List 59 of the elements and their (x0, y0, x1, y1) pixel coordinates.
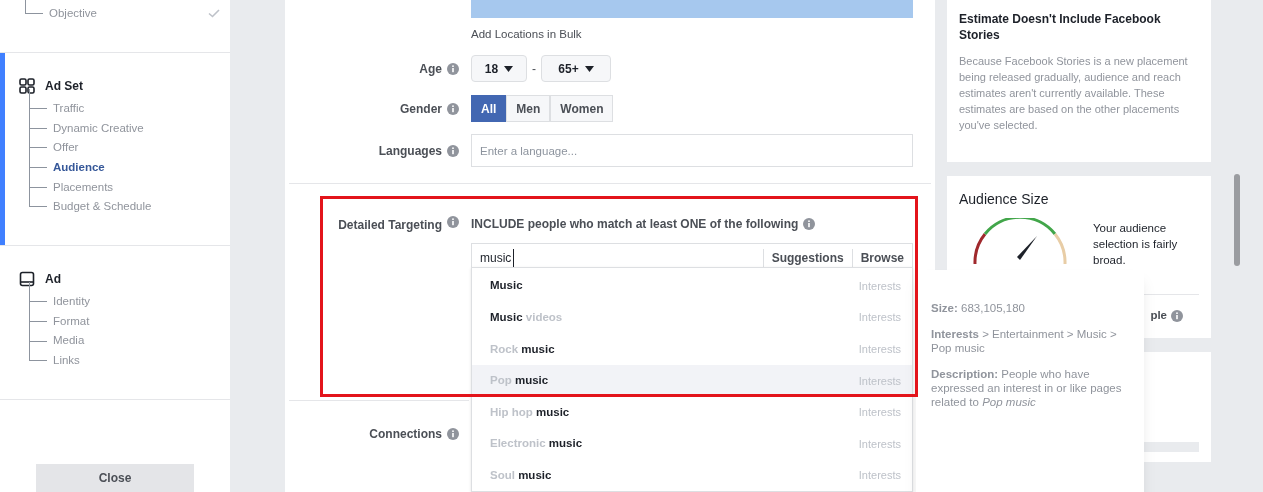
result-name: Music videos (490, 310, 563, 325)
section-title[interactable]: Ad Set (45, 76, 83, 95)
tablet-icon (19, 270, 35, 287)
close-button[interactable]: Close (36, 464, 194, 492)
result-item[interactable]: Soul music Interests (472, 459, 912, 492)
description-text: Description: People who have expressed an interest in or like pages related to Pop music (931, 367, 1123, 409)
info-icon[interactable] (447, 62, 459, 75)
age-min-dropdown[interactable]: 18 (471, 55, 527, 83)
gender-option[interactable]: All (471, 95, 507, 123)
caret-icon (504, 65, 514, 72)
result-name: Rock music (490, 341, 555, 357)
gender-option[interactable]: Women (550, 95, 614, 123)
result-name: Electronic music (490, 436, 583, 452)
field-label: Languages (378, 142, 442, 160)
audience-verdict: Your audience selection is fairly broad. (1093, 221, 1179, 268)
scrollbar-thumb[interactable] (1234, 174, 1240, 266)
grid-icon (19, 77, 35, 94)
info-icon[interactable] (447, 102, 459, 115)
include-instruction: INCLUDE people who match at least ONE of the following (471, 216, 799, 234)
field-label: Age (419, 60, 442, 78)
age-max-dropdown[interactable]: 65+ (541, 55, 611, 83)
bulk-link[interactable]: Add Locations in Bulk (471, 26, 582, 44)
result-item[interactable]: Music videos Interests (472, 301, 912, 334)
audience-title: Audience Size (959, 190, 1050, 209)
info-icon[interactable] (1171, 309, 1183, 322)
result-category: Interests (858, 405, 901, 421)
info-icon[interactable] (447, 144, 459, 157)
field-label: Gender (400, 100, 442, 118)
result-item[interactable]: Electronic music Interests (472, 428, 912, 460)
range-separator: - (531, 60, 537, 78)
language-input[interactable]: Enter a language... (471, 134, 913, 168)
result-category: Interests (858, 342, 901, 357)
notice-title: Estimate Doesn't Include Facebook Stories (959, 11, 1162, 43)
field-label: Detailed Targeting (338, 217, 442, 235)
field-label: Connections (369, 426, 442, 444)
result-category: Interests (858, 468, 901, 484)
result-name: Soul music (490, 468, 552, 483)
category-path: Interests > Entertainment > Music > Pop music (931, 327, 1118, 355)
result-category: Interests (858, 436, 901, 452)
caret-icon (584, 65, 594, 72)
reach-text: ple (1150, 308, 1167, 323)
result-item[interactable]: Rock music Interests (472, 333, 912, 366)
info-icon[interactable] (803, 218, 816, 231)
info-icon[interactable] (447, 216, 459, 229)
result-name: Music (490, 278, 523, 294)
section-title[interactable]: Ad (45, 269, 61, 288)
result-item[interactable]: Hip hop music Interests (472, 396, 912, 429)
suggestions-tab[interactable]: Suggestions (762, 248, 852, 267)
nav-item[interactable]: Audience (53, 158, 105, 177)
result-name: Hip hop music (490, 404, 570, 420)
browse-tab[interactable]: Browse (851, 248, 912, 267)
result-category: Interests (858, 278, 901, 294)
result-item[interactable]: Music Interests (472, 270, 912, 302)
notice-body: Because Facebook Stories is a new placement being released gradually, audience and reach estimates aren't currently available. These estimates are based on the other placements you've selected. (959, 54, 1189, 133)
search-value: music (480, 248, 515, 267)
info-icon[interactable] (447, 428, 459, 441)
result-category: Interests (858, 310, 901, 326)
size-text: Size: 683,105,180 (931, 301, 1026, 315)
gender-option[interactable]: Men (506, 95, 551, 123)
